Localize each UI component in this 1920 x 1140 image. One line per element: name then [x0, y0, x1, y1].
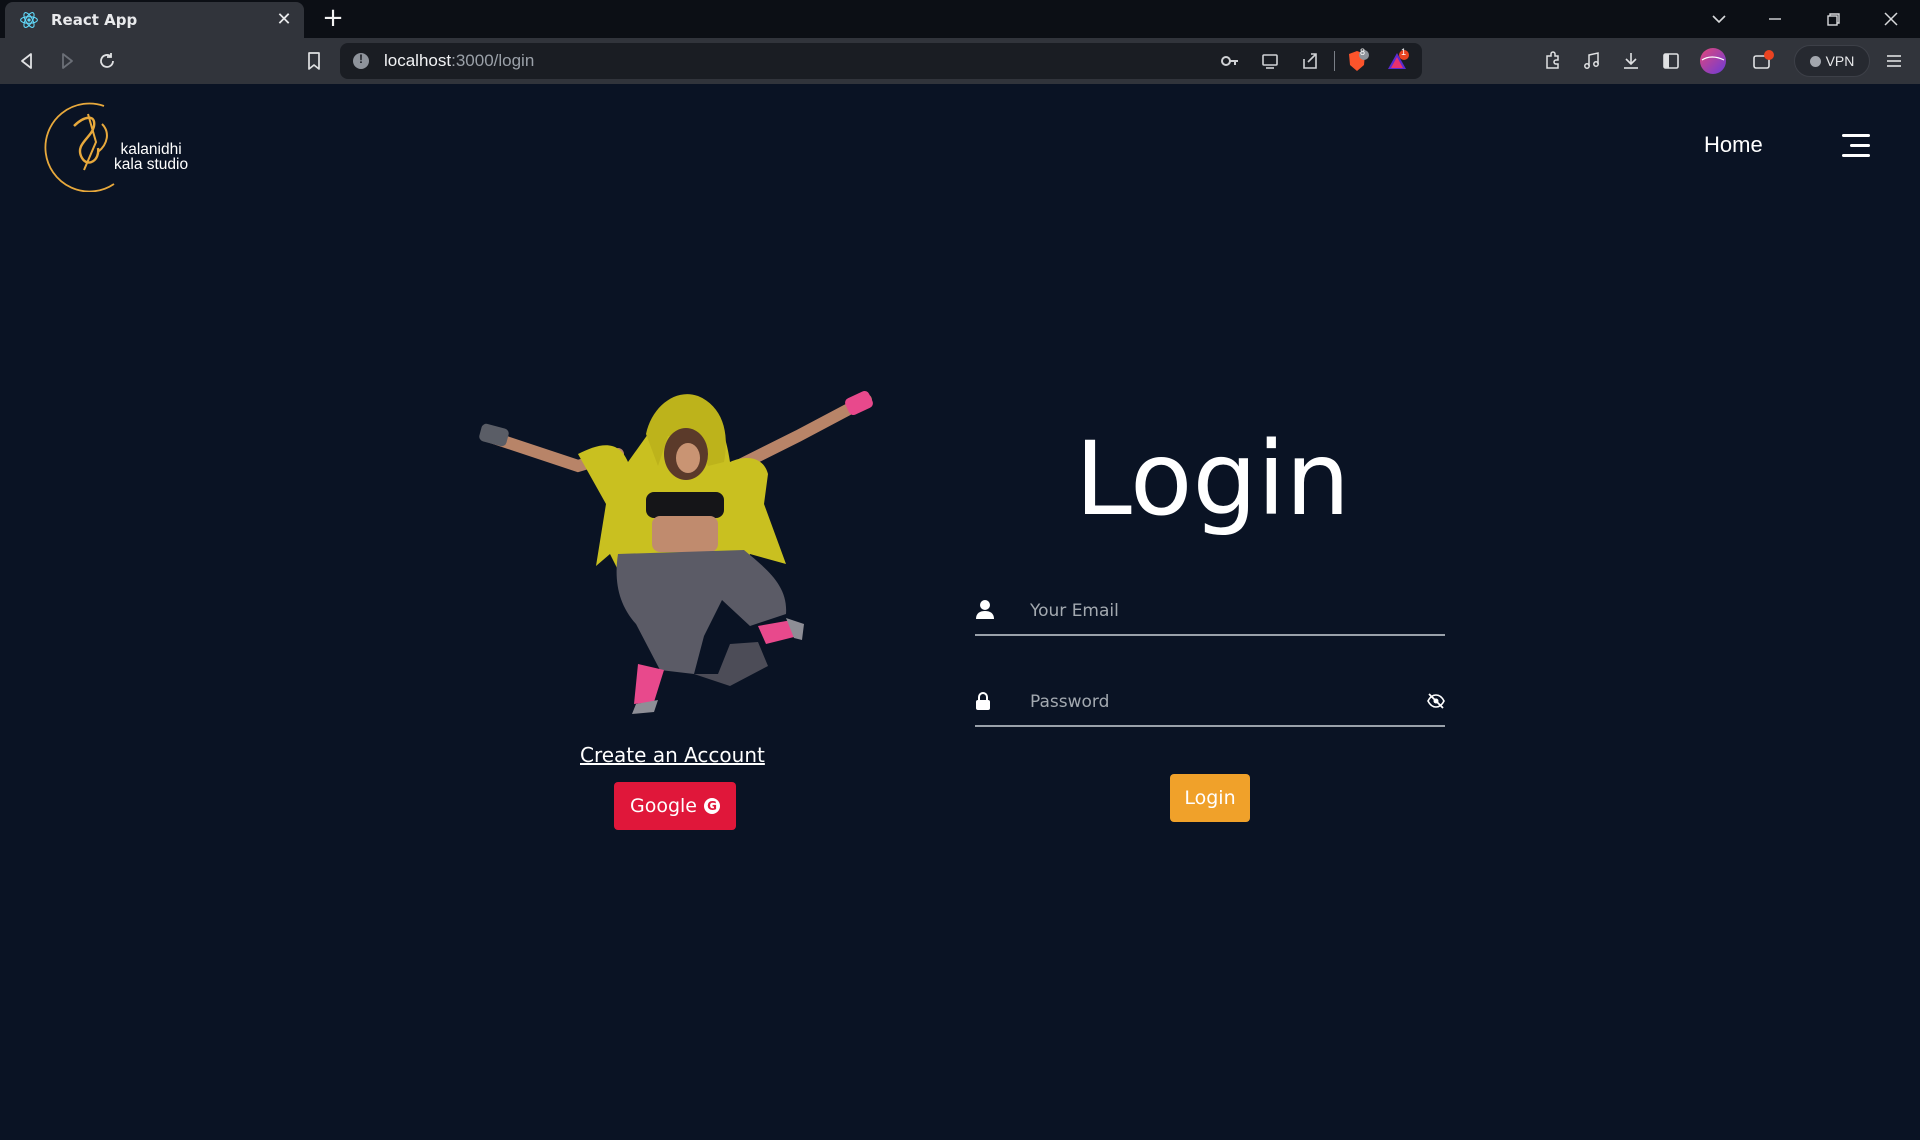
react-logo-icon [20, 12, 38, 28]
music-note-icon[interactable] [1578, 47, 1606, 75]
tab-search-chevron-icon[interactable] [1706, 6, 1732, 32]
tab-title: React App [51, 11, 138, 29]
hamburger-menu-icon[interactable] [1840, 132, 1870, 160]
sidebar-toggle-icon[interactable] [1657, 47, 1685, 75]
brand-logo[interactable]: kalanidhi kala studio [44, 96, 214, 193]
email-input[interactable] [1030, 594, 1410, 628]
page-title: Login [1075, 420, 1351, 539]
address-bar[interactable]: localhost:3000/login 8 1 [340, 43, 1422, 79]
email-field [975, 586, 1445, 636]
back-arrow-icon[interactable] [13, 47, 41, 75]
download-icon[interactable] [1617, 47, 1645, 75]
browser-toolbar: localhost:3000/login 8 1 [0, 38, 1920, 84]
brave-rewards-icon[interactable] [1383, 47, 1411, 75]
wallet-icon[interactable] [1748, 47, 1776, 75]
reload-icon[interactable] [93, 47, 121, 75]
lock-icon [976, 692, 990, 710]
new-tab-button[interactable]: + [320, 5, 346, 32]
shields-badge: 8 [1360, 47, 1366, 57]
nav-home-link[interactable]: Home [1704, 132, 1763, 158]
login-page: kalanidhi kala studio Home Create an Acc… [0, 84, 1920, 1140]
tab-close-icon[interactable]: ✕ [274, 10, 294, 30]
vpn-label: VPN [1825, 53, 1855, 69]
dancer-illustration [479, 390, 873, 714]
window-close-icon[interactable] [1878, 6, 1904, 32]
rewards-badge: 1 [1401, 47, 1407, 57]
url-text[interactable]: localhost:3000/login [384, 51, 534, 71]
browser-menu-icon[interactable] [1880, 47, 1908, 75]
google-icon: G [704, 798, 720, 814]
password-field [975, 677, 1445, 727]
url-path: :3000/login [451, 51, 535, 70]
vpn-button[interactable]: VPN [1794, 45, 1870, 77]
google-button-label: Google [629, 795, 697, 817]
vpn-status-icon [1809, 55, 1821, 67]
bookmark-icon[interactable] [300, 47, 328, 75]
address-bar-separator [1334, 51, 1335, 71]
browser-tab-strip: React App ✕ + [0, 0, 1920, 38]
brand-name-line2: kala studio [114, 156, 189, 173]
google-signin-button[interactable]: Google G [614, 782, 736, 830]
share-icon[interactable] [1296, 47, 1324, 75]
eye-slash-icon[interactable] [1427, 692, 1445, 710]
login-submit-button[interactable]: Login [1170, 774, 1250, 822]
browser-tab-active[interactable]: React App ✕ [5, 2, 304, 38]
create-account-link[interactable]: Create an Account [580, 743, 765, 767]
forward-arrow-icon[interactable] [53, 47, 81, 75]
brand-name: kalanidhi kala studio [114, 141, 189, 173]
cast-icon[interactable] [1256, 47, 1284, 75]
brand-name-line1: kalanidhi [120, 141, 182, 158]
user-icon [976, 600, 994, 619]
url-host: localhost [384, 51, 452, 70]
password-input[interactable] [1030, 685, 1410, 719]
key-icon[interactable] [1216, 47, 1244, 75]
profile-avatar-icon[interactable] [1698, 46, 1728, 76]
extensions-icon[interactable] [1538, 47, 1566, 75]
brave-shields-icon[interactable] [1343, 47, 1371, 75]
restore-icon[interactable] [1820, 6, 1846, 32]
minimize-icon[interactable] [1762, 6, 1788, 32]
site-info-icon[interactable] [353, 52, 369, 69]
